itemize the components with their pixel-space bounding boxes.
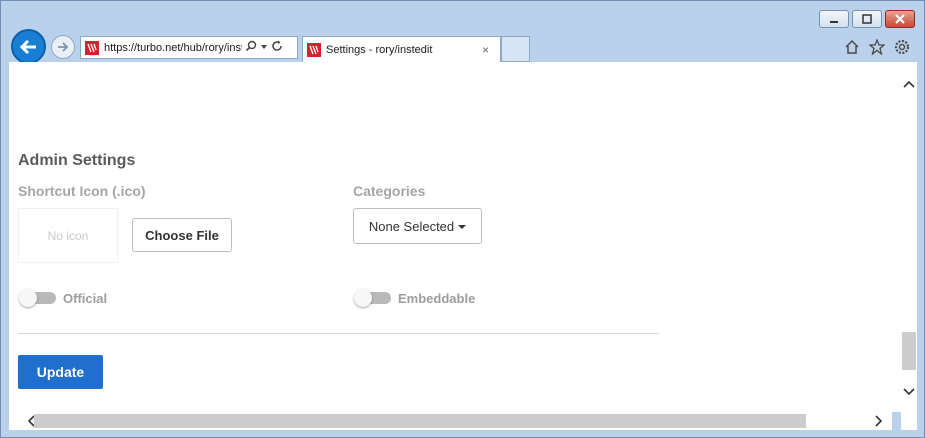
- scroll-up-icon[interactable]: [901, 76, 917, 92]
- scroll-right-icon[interactable]: [871, 413, 887, 429]
- caret-down-icon: [458, 225, 467, 229]
- categories-dropdown[interactable]: None Selected: [353, 208, 482, 244]
- browser-toolbar-icons: [843, 38, 910, 55]
- forward-button[interactable]: [51, 35, 75, 59]
- shortcut-icon-preview: No icon: [18, 208, 118, 263]
- choose-file-button[interactable]: Choose File: [132, 218, 232, 252]
- refresh-icon[interactable]: [271, 40, 283, 55]
- scroll-down-icon[interactable]: [901, 384, 917, 400]
- scrollbar-corner: [901, 412, 917, 430]
- official-label: Official: [63, 291, 108, 306]
- embeddable-label: Embeddable: [398, 291, 476, 306]
- search-icon[interactable]: [245, 40, 257, 55]
- update-button[interactable]: Update: [18, 355, 103, 389]
- address-url[interactable]: https://turbo.net/hub/rory/instedit/sett…: [104, 42, 242, 54]
- tab-title: Settings - rory/instedit: [326, 44, 433, 56]
- categories-label: Categories: [353, 183, 426, 199]
- shortcut-icon-label: Shortcut Icon (.ico): [18, 183, 146, 199]
- back-arrow-icon: [19, 39, 36, 54]
- no-icon-text: No icon: [47, 228, 89, 243]
- tab-close-icon[interactable]: ×: [482, 43, 489, 57]
- categories-value: None Selected: [368, 218, 455, 234]
- vertical-scroll-thumb[interactable]: [902, 332, 916, 370]
- close-window-button[interactable]: [885, 10, 915, 28]
- horizontal-scroll-thumb[interactable]: [34, 414, 806, 428]
- dropdown-icon[interactable]: [260, 42, 268, 54]
- embeddable-toggle[interactable]: [354, 289, 391, 307]
- forward-arrow-icon: [58, 42, 69, 52]
- maximize-button[interactable]: [852, 10, 882, 28]
- toggle-knob: [19, 289, 37, 307]
- official-toggle[interactable]: [19, 289, 56, 307]
- admin-settings-heading: Admin Settings: [18, 152, 136, 169]
- toggle-knob: [354, 289, 372, 307]
- vertical-scrollbar[interactable]: [901, 62, 917, 412]
- address-bar[interactable]: https://turbo.net/hub/rory/instedit/sett…: [80, 36, 298, 59]
- gear-icon[interactable]: [893, 38, 910, 55]
- home-icon[interactable]: [843, 38, 860, 55]
- site-favicon-icon: [307, 43, 321, 57]
- close-icon: [895, 14, 905, 24]
- minimize-icon: [830, 21, 838, 23]
- horizontal-scrollbar[interactable]: [9, 412, 892, 430]
- divider: [18, 333, 659, 334]
- back-button[interactable]: [11, 29, 46, 64]
- tab-settings[interactable]: Settings - rory/instedit ×: [302, 36, 501, 63]
- maximize-icon: [862, 14, 872, 24]
- site-favicon-icon: [85, 40, 99, 55]
- page-viewport: Admin Settings Shortcut Icon (.ico) No i…: [9, 62, 917, 412]
- minimize-button[interactable]: [819, 10, 849, 28]
- star-icon[interactable]: [868, 38, 885, 55]
- new-tab-button[interactable]: [501, 36, 530, 62]
